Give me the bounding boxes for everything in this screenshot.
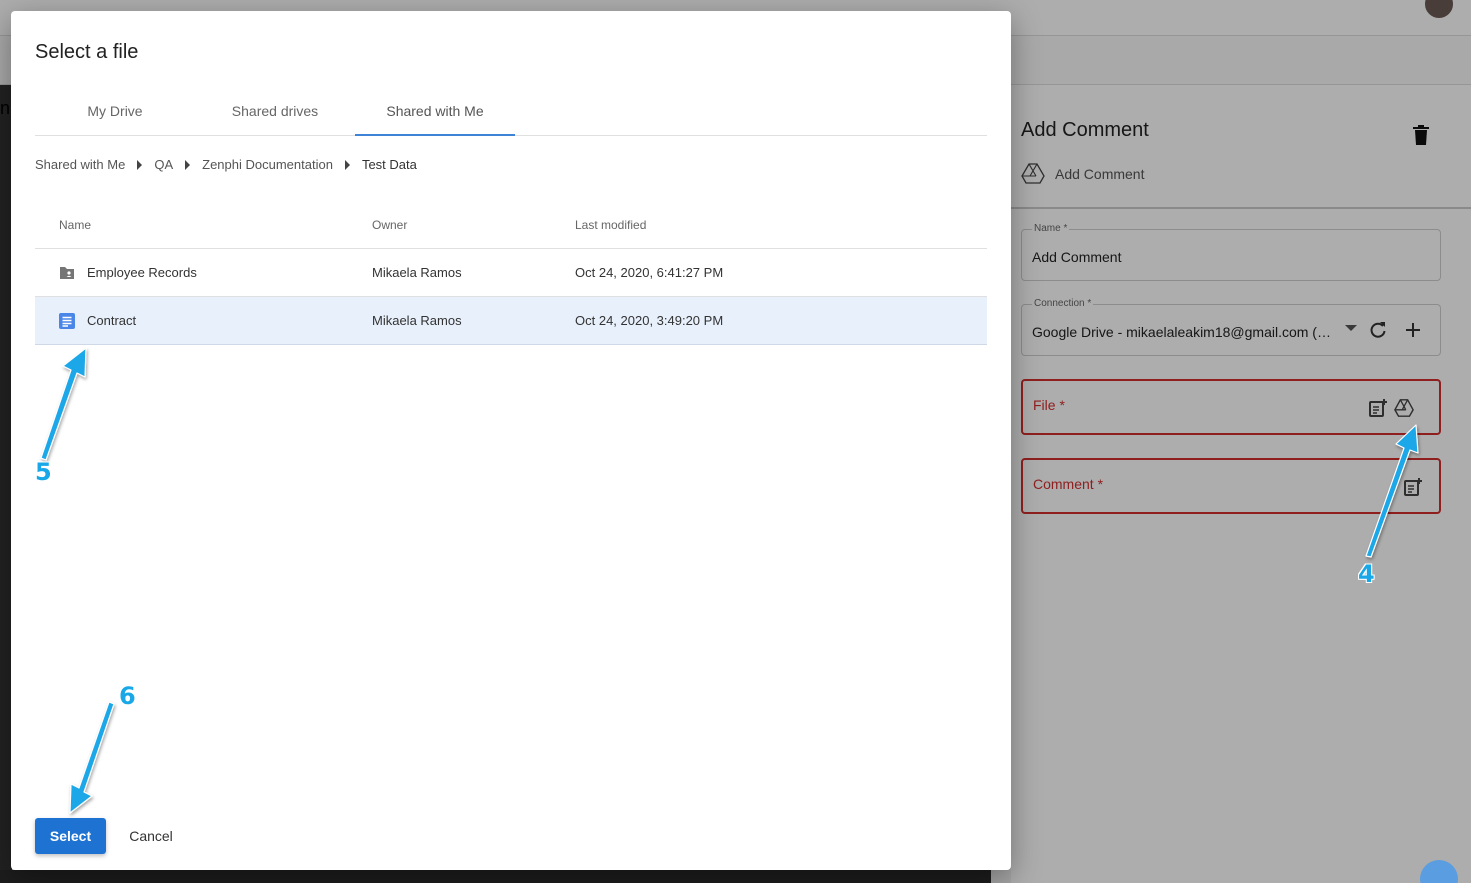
breadcrumb-item[interactable]: QA: [154, 157, 173, 172]
row-owner: Mikaela Ramos: [372, 313, 462, 328]
annotation-number-4: 4: [1358, 560, 1375, 588]
google-doc-icon: [59, 312, 75, 329]
tab-shared-with-me[interactable]: Shared with Me: [355, 91, 515, 136]
file-picker-dialog: Select a file My Drive Shared drives Sha…: [11, 11, 1011, 870]
breadcrumb-arrow-icon: [185, 159, 191, 170]
row-owner: Mikaela Ramos: [372, 265, 462, 280]
row-name-text: Contract: [87, 313, 137, 328]
row-name-cell: Employee Records: [35, 265, 372, 280]
breadcrumb-current: Test Data: [361, 157, 417, 172]
row-modified: Oct 24, 2020, 6:41:27 PM: [575, 265, 724, 280]
cancel-button[interactable]: Cancel: [116, 818, 186, 854]
breadcrumb-item[interactable]: Shared with Me: [35, 157, 125, 172]
column-header-modified[interactable]: Last modified: [575, 218, 987, 232]
tab-shared-drives[interactable]: Shared drives: [195, 91, 355, 136]
tab-my-drive[interactable]: My Drive: [35, 91, 195, 136]
row-name-cell: Contract: [35, 312, 372, 329]
breadcrumb: Shared with Me QA Zenphi Documentation T…: [35, 157, 417, 172]
table-header: Name Owner Last modified: [35, 201, 987, 249]
column-header-owner[interactable]: Owner: [372, 218, 575, 232]
annotation-number-5: 5: [35, 458, 52, 486]
breadcrumb-arrow-icon: [344, 159, 350, 170]
select-button[interactable]: Select: [35, 818, 106, 854]
table-row[interactable]: Employee Records Mikaela Ramos Oct 24, 2…: [35, 249, 987, 297]
file-table: Name Owner Last modified Employee Record…: [35, 201, 987, 345]
breadcrumb-arrow-icon: [137, 159, 143, 170]
breadcrumb-item[interactable]: Zenphi Documentation: [202, 157, 333, 172]
row-modified: Oct 24, 2020, 3:49:20 PM: [575, 313, 724, 328]
table-row-selected[interactable]: Contract Mikaela Ramos Oct 24, 2020, 3:4…: [35, 297, 987, 345]
row-name-text: Employee Records: [87, 265, 197, 280]
dialog-title: Select a file: [35, 41, 139, 63]
shared-folder-icon: [60, 266, 74, 279]
annotation-number-6: 6: [119, 682, 136, 710]
drive-tabs: My Drive Shared drives Shared with Me: [35, 91, 987, 136]
column-header-name[interactable]: Name: [35, 218, 372, 232]
